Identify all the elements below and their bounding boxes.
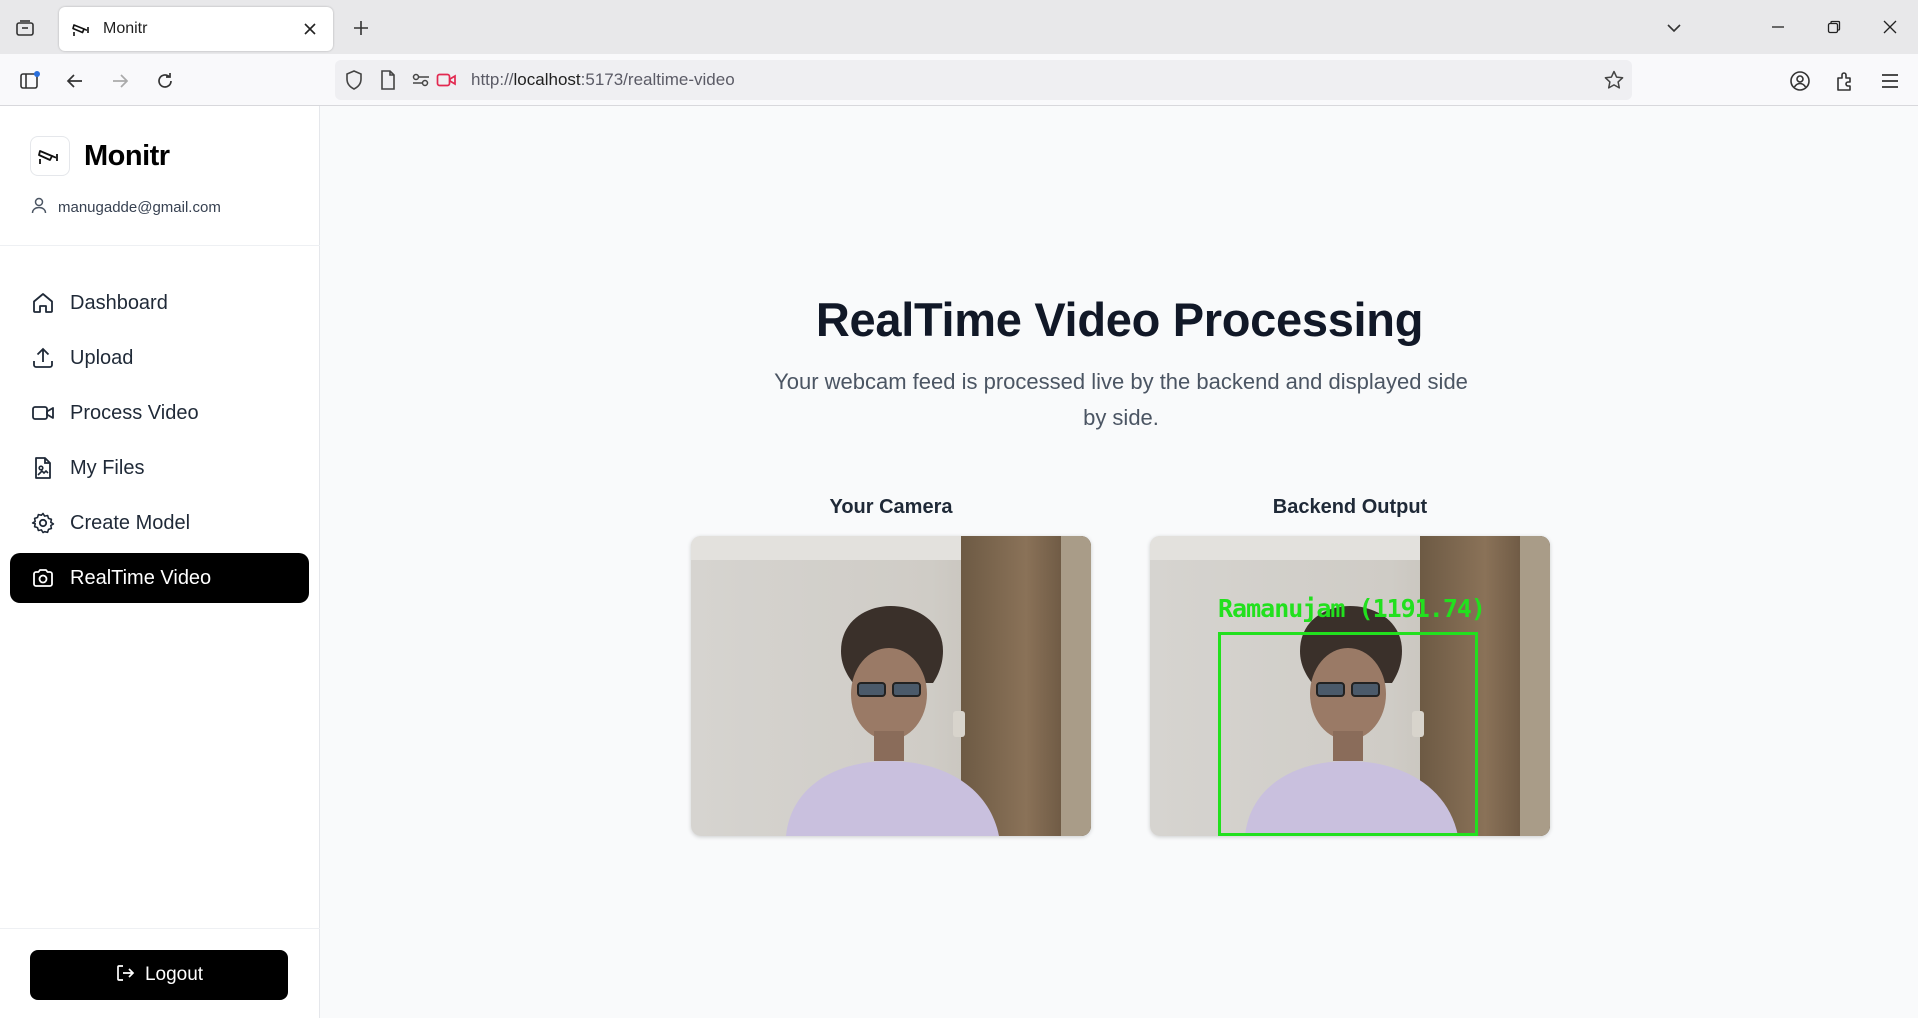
sidebar-item-label: RealTime Video: [70, 566, 212, 589]
chevron-down-icon[interactable]: [1660, 14, 1688, 42]
cctv-camera-icon: [30, 136, 70, 176]
forward-arrow-icon[interactable]: [105, 66, 135, 96]
file-image-icon: [30, 455, 56, 481]
sidebar-item-my-files[interactable]: My Files: [10, 443, 309, 493]
gear-icon: [30, 510, 56, 536]
sidebar-item-create-model[interactable]: Create Model: [10, 498, 309, 548]
account-icon[interactable]: [1785, 66, 1815, 96]
new-tab-icon[interactable]: [347, 14, 375, 42]
bookmark-star-icon[interactable]: [1603, 69, 1625, 91]
divider: [0, 245, 320, 246]
sidebar-item-label: Create Model: [70, 511, 191, 534]
sidebar: Monitr manugadde@gmail.com Dashboard Upl…: [0, 106, 320, 1018]
camera-icon: [30, 565, 56, 591]
backend-output-title: Backend Output: [1272, 496, 1428, 518]
face-detection-box: [1218, 632, 1478, 836]
sidebar-nav: Dashboard Upload Process Video My Files …: [10, 278, 309, 608]
close-window-icon[interactable]: [1862, 0, 1918, 54]
back-arrow-icon[interactable]: [60, 66, 90, 96]
brand-name: Monitr: [84, 139, 170, 172]
brand[interactable]: Monitr: [30, 136, 170, 176]
url-prefix: http://: [471, 70, 514, 89]
page-icon[interactable]: [377, 69, 399, 91]
menu-icon[interactable]: [1875, 66, 1905, 96]
user-info: manugadde@gmail.com: [30, 196, 221, 219]
browser-tab[interactable]: Monitr: [59, 7, 333, 51]
camera-panel-title: Your Camera: [829, 496, 953, 518]
sidebar-toggle-icon[interactable]: [15, 66, 45, 96]
logout-icon: [115, 963, 135, 988]
close-tab-icon[interactable]: [299, 18, 321, 40]
extensions-icon[interactable]: [1830, 66, 1860, 96]
page-title: RealTime Video Processing: [815, 293, 1424, 346]
logout-button[interactable]: Logout: [30, 950, 288, 1000]
url-text: http://localhost:5173/realtime-video: [471, 70, 735, 90]
sidebar-item-upload[interactable]: Upload: [10, 333, 309, 383]
browser-nav-bar: http://localhost:5173/realtime-video: [0, 54, 1918, 106]
url-host: localhost: [513, 70, 581, 89]
reload-icon[interactable]: [150, 66, 180, 96]
webcam-feed: [691, 536, 1091, 836]
window-controls: [1750, 0, 1918, 54]
processed-feed: Ramanujam (1191.74): [1150, 536, 1550, 836]
minimize-icon[interactable]: [1750, 0, 1806, 54]
sidebar-item-dashboard[interactable]: Dashboard: [10, 278, 309, 328]
logout-label: Logout: [144, 964, 204, 985]
sidebar-item-label: My Files: [70, 456, 145, 479]
restore-icon[interactable]: [1806, 0, 1862, 54]
sidebar-item-label: Process Video: [70, 401, 199, 424]
sidebar-item-realtime-video[interactable]: RealTime Video: [10, 553, 309, 603]
camera-panel: Your Camera: [691, 496, 1091, 836]
url-path: :5173/realtime-video: [580, 70, 735, 89]
cctv-camera-icon: [71, 18, 93, 40]
address-bar[interactable]: http://localhost:5173/realtime-video: [335, 60, 1632, 100]
permissions-icon[interactable]: [410, 69, 432, 91]
page-subtitle: Your webcam feed is processed live by th…: [774, 369, 1468, 430]
main-content: RealTime Video Processing Your webcam fe…: [321, 106, 1918, 1018]
divider: [0, 928, 320, 929]
face-detection-label: Ramanujam (1191.74): [1218, 594, 1486, 623]
upload-icon: [30, 345, 56, 371]
backend-output-panel: Backend Output Ramanujam (1191.74): [1150, 496, 1550, 836]
user-icon: [30, 196, 48, 219]
shield-icon[interactable]: [343, 69, 365, 91]
sidebar-item-process-video[interactable]: Process Video: [10, 388, 309, 438]
camera-sharing-icon[interactable]: [435, 69, 457, 91]
home-icon: [30, 290, 56, 316]
browser-tab-bar: Monitr: [0, 0, 1918, 54]
sidebar-item-label: Dashboard: [70, 291, 168, 314]
tab-list-icon[interactable]: [10, 14, 40, 42]
user-email: manugadde@gmail.com: [58, 199, 221, 216]
sidebar-item-label: Upload: [70, 346, 134, 369]
video-camera-icon: [30, 400, 56, 426]
tab-title: Monitr: [103, 20, 148, 37]
